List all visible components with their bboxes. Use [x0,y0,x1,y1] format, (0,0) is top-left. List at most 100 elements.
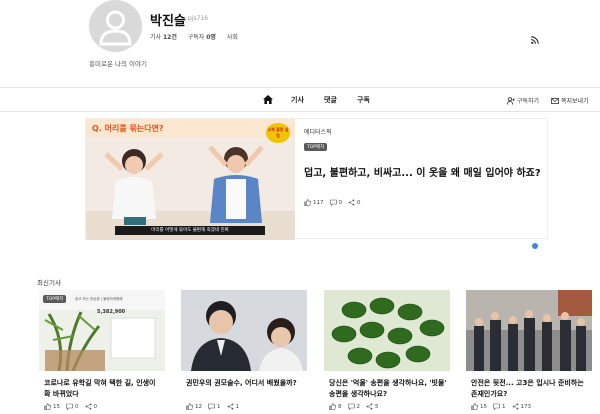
thumbs-up-icon [471,403,478,410]
article-thumbnail[interactable] [466,290,592,371]
like-count[interactable]: 117 [304,199,324,206]
send-message-button[interactable]: 쪽지보내기 [551,96,589,105]
user-icon [99,10,132,46]
share-count[interactable]: 0 [348,199,361,206]
send-message-label: 쪽지보내기 [561,98,589,105]
share-icon [366,403,373,410]
avatar [89,0,142,52]
article-title[interactable]: 권민우의 권모술수, 어디서 배웠을까? [186,378,306,389]
articles-label: 기사 [150,34,162,41]
comment-count[interactable]: 1 [493,403,506,410]
share-value: 0 [93,403,98,410]
profile-nav: 기사 댓글 구독 구독하기 쪽지보내기 [0,87,600,112]
share-icon [348,199,355,206]
featured-title[interactable]: 덥고, 불편하고, 비싸고... 이 옷을 왜 매일 입어야 하죠? [304,164,544,179]
comment-value: 0 [75,403,79,410]
article-counts: 15 0 0 [44,403,97,410]
article-card[interactable]: TOP매치 광고 하는 한돈팜 | 불링하게행해 5,382,900 코로나로 … [39,290,165,410]
thumbs-up-icon [329,403,336,410]
like-value: 15 [480,403,487,410]
profile-header: 박진슬 pjs716 기사 12건 구독자 0명 사회 흥미로운 나의 이야기 [0,0,600,88]
article-card[interactable]: 안전은 뒷전... 고3은 입시나 준비하는 존재인가요? 15 1 173 [466,290,592,410]
article-card[interactable]: 당신은 '억울' 송편을 생각하나요, '빗물' 송편을 생각하나요? 8 2 … [324,290,450,410]
subscribers-count: 0명 [206,34,216,41]
comment-icon [347,403,355,410]
comment-value: 1 [217,403,221,410]
comment-icon [493,403,500,410]
subscribe-button[interactable]: 구독하기 [507,96,539,105]
articles-stat: 기사 12건 [150,34,177,41]
comment-icon [208,403,215,410]
comment-value: 0 [338,199,343,206]
featured-section[interactable]: 에디터스픽 [304,127,332,136]
image-caption: 머리를 어떻게 묶어도 불편해 죽겠네 진짜 [115,226,265,235]
profile-stats: 기사 12건 구독자 0명 사회 [150,32,247,41]
article-counts: 12 1 1 [186,403,239,410]
like-value: 117 [313,199,324,206]
like-count[interactable]: 8 [329,403,342,410]
article-thumbnail[interactable]: TOP매치 광고 하는 한돈팜 | 불링하게행해 5,382,900 [39,290,165,371]
share-value: 5 [375,403,379,410]
share-count[interactable]: 0 [85,403,98,410]
article-illustration [324,290,450,371]
share-icon [227,403,233,410]
profile-name: 박진슬 [150,14,186,29]
subscribers-label: 구독자 [187,34,205,41]
share-icon [512,403,518,410]
mail-icon [551,97,559,104]
share-count[interactable]: 5 [366,403,379,410]
featured-article[interactable]: Q. 머리를 묶는다면? 교복 불편 실험 머리를 어떻게 묶어도 불편해 죽겠… [85,118,548,240]
thumbs-up-icon [304,199,311,206]
comment-value: 1 [502,403,506,410]
featured-counts: 117 0 0 [304,199,361,206]
articles-count: 12건 [162,34,177,41]
article-thumbnail[interactable] [181,290,307,371]
like-count[interactable]: 15 [44,403,60,410]
subscribe-label: 구독하기 [517,98,540,105]
share-value: 0 [357,199,361,206]
comment-count[interactable]: 0 [329,199,343,206]
featured-illustration [86,145,295,240]
comment-count[interactable]: 2 [347,403,361,410]
share-value: 1 [235,403,240,410]
thumbs-up-icon [44,403,51,410]
subscribers-stat: 구독자 0명 [188,34,216,41]
profile-uid: pjs716 [188,15,209,22]
comment-icon [329,199,337,206]
like-value: 8 [338,403,342,410]
comment-value: 2 [356,403,361,410]
carousel-indicator[interactable] [532,243,538,249]
tab-subscriptions[interactable]: 구독 [357,95,370,105]
article-title[interactable]: 당신은 '억울' 송편을 생각하나요, '빗물' 송편을 생각하나요? [329,378,449,400]
profile-section: 사회 [226,34,238,41]
article-thumbnail[interactable] [324,290,450,371]
article-illustration [181,290,307,371]
article-title[interactable]: 코로나로 유학길 막혀 택한 길, 인생이 확 바뀌었다 [44,378,164,400]
like-value: 15 [53,403,60,410]
share-icon [85,403,91,410]
article-illustration [466,290,592,371]
comment-count[interactable]: 1 [208,403,221,410]
article-counts: 8 2 5 [329,403,379,410]
home-icon[interactable] [263,95,273,104]
share-count[interactable]: 1 [227,403,240,410]
article-title[interactable]: 안전은 뒷전... 고3은 입시나 준비하는 존재인가요? [471,378,591,400]
comment-count[interactable]: 0 [66,403,79,410]
article-card[interactable]: 권민우의 권모술수, 어디서 배웠을까? 12 1 1 [181,290,307,410]
featured-tag: TOP매치 [304,143,328,151]
featured-image[interactable]: Q. 머리를 묶는다면? 교복 불편 실험 머리를 어떻게 묶어도 불편해 죽겠… [86,119,295,240]
like-value: 12 [195,403,202,410]
share-count[interactable]: 173 [512,403,532,410]
profile-bio: 흥미로운 나의 이야기 [89,60,147,68]
tab-articles[interactable]: 기사 [291,95,304,105]
thumbs-up-icon [186,403,193,410]
recent-articles-title: 최신기사 [37,279,61,287]
article-counts: 15 1 173 [471,403,531,410]
tab-comments[interactable]: 댓글 [324,95,337,105]
article-illustration [44,311,156,371]
page: 박진슬 pjs716 기사 12건 구독자 0명 사회 흥미로운 나의 이야기 … [0,0,600,414]
like-count[interactable]: 12 [186,403,202,410]
share-value: 173 [520,403,532,410]
rss-icon[interactable] [531,36,539,44]
like-count[interactable]: 15 [471,403,487,410]
